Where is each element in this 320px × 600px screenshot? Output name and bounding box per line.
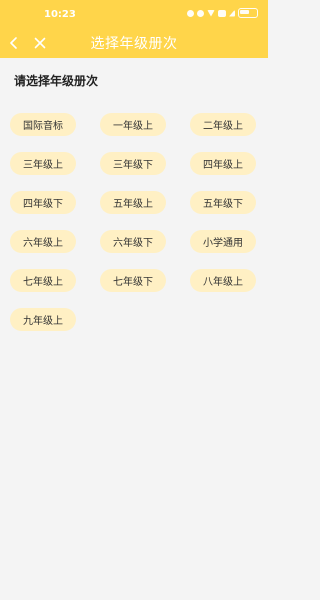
grade-button-8-1[interactable]: 八年级上 [190, 269, 256, 292]
status-time: 10:23 [44, 9, 76, 20]
battery-icon [238, 8, 258, 18]
grade-button-ipa[interactable]: 国际音标 [10, 113, 76, 136]
status-icons [187, 8, 258, 18]
grade-button-3-2[interactable]: 三年级下 [100, 152, 166, 175]
grade-button-6-1[interactable]: 六年级上 [10, 230, 76, 253]
main-content: 请选择年级册次 国际音标 一年级上 二年级上 三年级上 三年级下 四年级上 四年… [0, 58, 268, 600]
app-header: 10:23 选择年级册次 [0, 0, 268, 58]
grade-button-primary-general[interactable]: 小学通用 [190, 230, 256, 253]
nav-bar: 选择年级册次 [0, 28, 268, 58]
page-title: 选择年级册次 [90, 36, 178, 52]
settings-icon [197, 9, 204, 17]
select-prompt: 请选择年级册次 [14, 74, 99, 88]
grade-button-3-1[interactable]: 三年级上 [10, 152, 76, 175]
grade-button-1-1[interactable]: 一年级上 [100, 113, 166, 136]
grade-button-4-2[interactable]: 四年级下 [10, 191, 76, 214]
alarm-icon [187, 9, 194, 17]
wifi-icon [207, 9, 215, 17]
grade-button-7-1[interactable]: 七年级上 [10, 269, 76, 292]
grade-button-4-1[interactable]: 四年级上 [190, 152, 256, 175]
grade-button-2-1[interactable]: 二年级上 [190, 113, 256, 136]
signal-icon [229, 9, 235, 17]
sim-icon [218, 9, 226, 17]
grade-button-5-1[interactable]: 五年级上 [100, 191, 166, 214]
grade-button-7-2[interactable]: 七年级下 [100, 269, 166, 292]
grade-button-5-2[interactable]: 五年级下 [190, 191, 256, 214]
status-bar: 10:23 [0, 0, 268, 28]
grade-button-9-1[interactable]: 九年级上 [10, 308, 76, 331]
grade-button-6-2[interactable]: 六年级下 [100, 230, 166, 253]
